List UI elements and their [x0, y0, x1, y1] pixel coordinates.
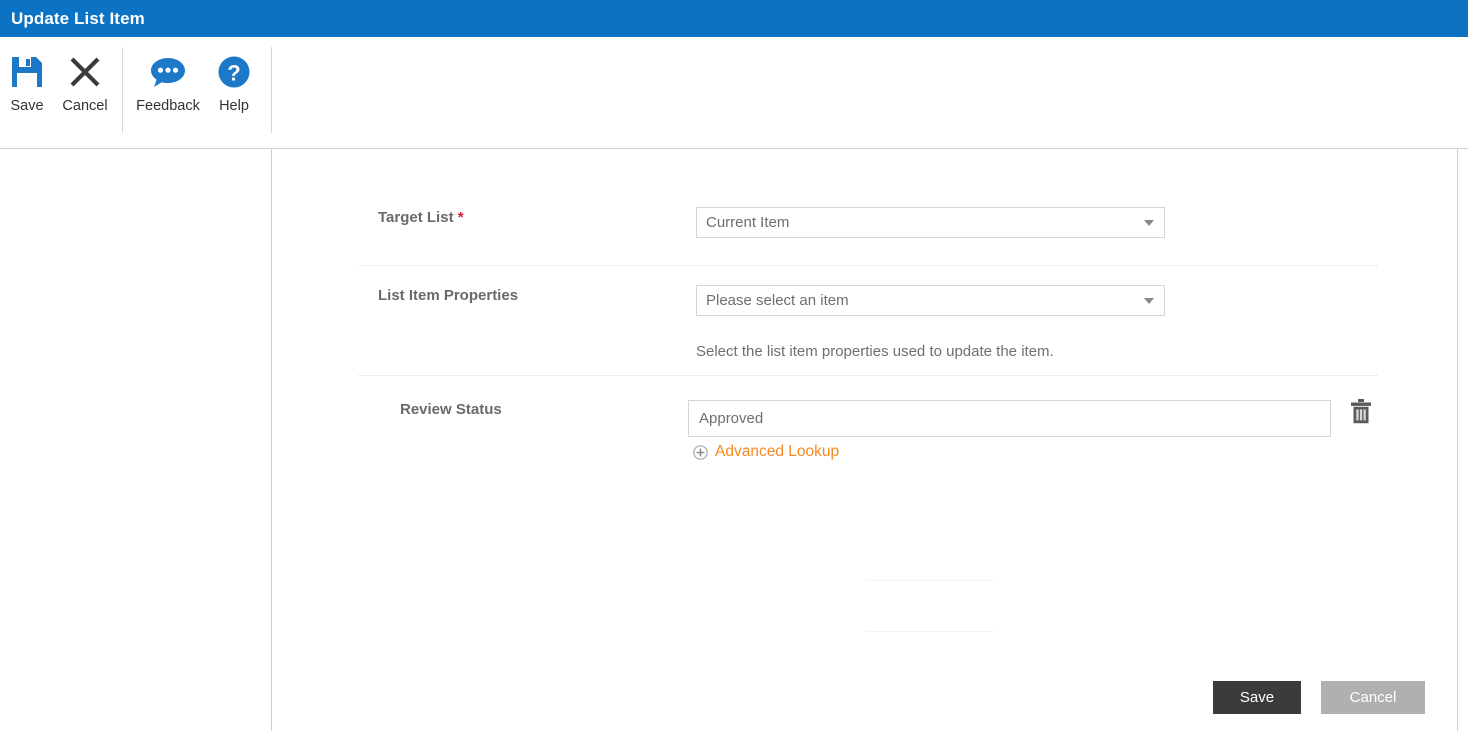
form-pane: Target List * Current Item List Item Pro…	[273, 149, 1457, 731]
page-title: Update List Item	[11, 8, 145, 28]
speech-bubble-icon	[150, 50, 186, 94]
list-item-properties-helper-text: Select the list item properties used to …	[696, 343, 1054, 360]
field-row-target-list: Target List *	[378, 209, 464, 226]
left-pane	[0, 149, 272, 731]
footer-save-button[interactable]: Save	[1213, 681, 1301, 714]
right-edge-divider	[1457, 149, 1458, 731]
field-row-list-item-properties: List Item Properties	[378, 287, 518, 304]
trash-icon[interactable]	[1350, 399, 1372, 424]
review-status-value: Approved	[699, 410, 764, 427]
list-item-properties-label: List Item Properties	[378, 287, 519, 304]
toolbar-divider-1	[122, 47, 123, 133]
ghost-line-1	[865, 580, 993, 581]
close-x-icon	[68, 50, 102, 94]
field-separator-1	[358, 265, 1377, 266]
toolbar-group-secondary: Feedback ? Help	[130, 37, 262, 148]
toolbar-group-primary: Save Cancel	[0, 37, 116, 148]
target-list-label-text: Target List	[378, 209, 454, 226]
list-item-properties-dropdown[interactable]: Please select an item	[696, 285, 1165, 316]
ghost-line-2	[865, 631, 993, 632]
toolbar-divider-2	[271, 47, 272, 133]
chevron-down-icon	[1144, 219, 1154, 226]
content-area: Target List * Current Item List Item Pro…	[0, 149, 1468, 731]
list-item-properties-value: Please select an item	[706, 292, 849, 309]
footer-cancel-button[interactable]: Cancel	[1321, 681, 1425, 714]
save-button[interactable]: Save	[0, 37, 54, 114]
svg-text:?: ?	[227, 61, 240, 86]
window-title-bar: Update List Item	[0, 0, 1468, 37]
cancel-button[interactable]: Cancel	[54, 37, 116, 114]
chevron-down-icon	[1144, 297, 1154, 304]
feedback-button-label: Feedback	[136, 98, 200, 114]
target-list-dropdown[interactable]: Current Item	[696, 207, 1165, 238]
question-circle-icon: ?	[217, 50, 251, 94]
advanced-lookup-link[interactable]: Advanced Lookup	[693, 443, 839, 461]
target-list-value: Current Item	[706, 214, 790, 231]
feedback-button[interactable]: Feedback	[130, 37, 206, 114]
ribbon-toolbar: Save Cancel Feedback ? Help	[0, 37, 1468, 149]
field-row-review-status: Review Status	[400, 401, 502, 418]
field-separator-2	[358, 375, 1377, 376]
help-button-label: Help	[219, 98, 249, 114]
save-button-label: Save	[10, 98, 44, 114]
required-asterisk: *	[457, 209, 464, 226]
advanced-lookup-label: Advanced Lookup	[715, 443, 840, 460]
help-button[interactable]: ? Help	[206, 37, 262, 114]
review-status-input[interactable]: Approved	[688, 400, 1331, 437]
review-status-label: Review Status	[400, 401, 502, 418]
target-list-label: Target List *	[378, 209, 464, 226]
save-floppy-icon	[10, 50, 44, 94]
plus-circle-icon	[693, 444, 708, 460]
cancel-button-label: Cancel	[62, 98, 108, 114]
